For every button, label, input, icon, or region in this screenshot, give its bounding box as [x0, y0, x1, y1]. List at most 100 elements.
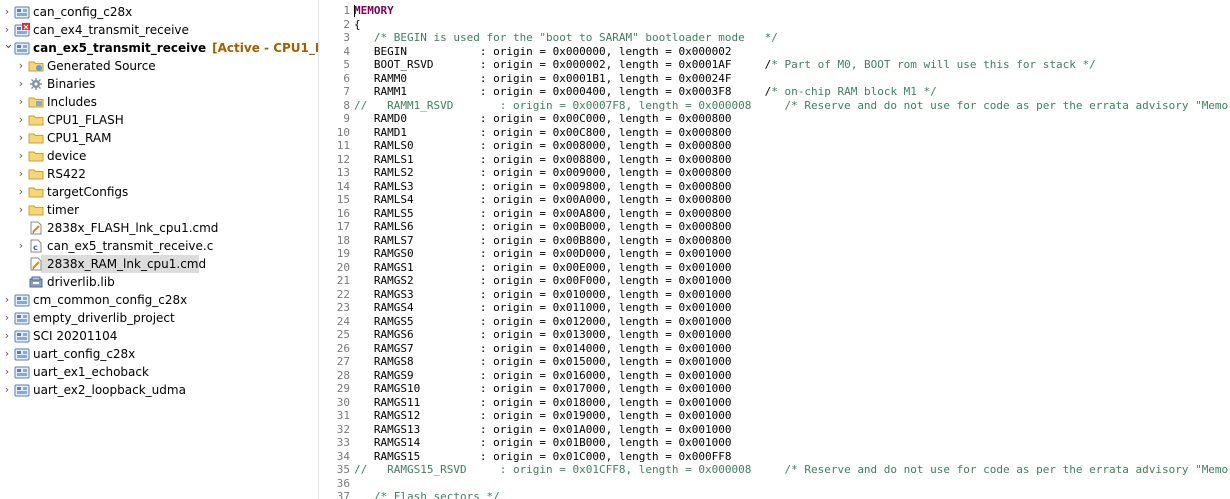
- cmd-file-icon: [28, 221, 44, 235]
- code-text: BOOT_RSVD : origin = 0x000002, length = …: [354, 58, 1096, 72]
- code-line[interactable]: 28 RAMGS9 : origin = 0x016000, length = …: [319, 369, 1230, 383]
- chevron-right-icon[interactable]: ›: [17, 111, 25, 129]
- line-number: 9: [343, 112, 350, 125]
- line-number: 20: [336, 260, 350, 274]
- tree-item[interactable]: › CPU1_RAM: [0, 129, 318, 147]
- project-error-icon: [14, 23, 30, 37]
- code-line[interactable]: 9 RAMD0 : origin = 0x00C000, length = 0x…: [319, 112, 1230, 126]
- tree-item[interactable]: › cm_common_config_c28x: [0, 291, 318, 309]
- code-line[interactable]: 24 RAMGS5 : origin = 0x012000, length = …: [319, 315, 1230, 329]
- code-editor[interactable]: 1 MEMORY 2{3 /* BEGIN is used for the "boo…: [319, 0, 1230, 499]
- code-line[interactable]: 7 RAMM1 : origin = 0x000400, length = 0x…: [319, 85, 1230, 99]
- code-line[interactable]: 23 RAMGS4 : origin = 0x011000, length = …: [319, 301, 1230, 315]
- code-line[interactable]: 6 RAMM0 : origin = 0x0001B1, length = 0x…: [319, 72, 1230, 86]
- tree-item[interactable]: › empty_driverlib_project: [0, 309, 318, 327]
- tree-item[interactable]: › device: [0, 147, 318, 165]
- chevron-right-icon[interactable]: ›: [17, 147, 25, 165]
- chevron-right-icon[interactable]: ›: [17, 57, 25, 75]
- code-text: RAMGS10 : origin = 0x017000, length = 0x…: [354, 382, 732, 395]
- code-line[interactable]: 3 /* BEGIN is used for the "boot to SARA…: [319, 31, 1230, 45]
- code-line[interactable]: 21 RAMGS2 : origin = 0x00F000, length = …: [319, 274, 1230, 288]
- chevron-right-icon[interactable]: ›: [17, 201, 25, 219]
- chevron-right-icon[interactable]: ›: [3, 381, 11, 399]
- line-number: 36: [336, 476, 350, 490]
- tree-item[interactable]: › can_ex4_transmit_receive: [0, 21, 318, 39]
- chevron-right-icon[interactable]: ›: [17, 93, 25, 111]
- code-line[interactable]: 11 RAMLS0 : origin = 0x008000, length = …: [319, 139, 1230, 153]
- chevron-right-icon[interactable]: ›: [3, 345, 11, 363]
- code-line[interactable]: 20 RAMGS1 : origin = 0x00E000, length = …: [319, 261, 1230, 275]
- code-line[interactable]: 16 RAMLS5 : origin = 0x00A800, length = …: [319, 207, 1230, 221]
- tree-item[interactable]: driverlib.lib: [0, 273, 318, 291]
- tree-item[interactable]: › uart_ex2_loopback_udma: [0, 381, 318, 399]
- tree-item[interactable]: › SCI 20201104: [0, 327, 318, 345]
- tree-item-label: driverlib.lib: [47, 275, 115, 289]
- code-line[interactable]: 26 RAMGS7 : origin = 0x014000, length = …: [319, 342, 1230, 356]
- code-line[interactable]: 34 RAMGS15 : origin = 0x01C000, length =…: [319, 450, 1230, 464]
- tree-item[interactable]: › Includes: [0, 93, 318, 111]
- tree-item[interactable]: › Binaries: [0, 75, 318, 93]
- chevron-right-icon[interactable]: ›: [3, 3, 11, 21]
- code-text: RAMGS2 : origin = 0x00F000, length = 0x0…: [354, 274, 732, 287]
- code-line[interactable]: 13 RAMLS2 : origin = 0x009000, length = …: [319, 166, 1230, 180]
- tree-item[interactable]: 2838x_FLASH_lnk_cpu1.cmd: [0, 219, 318, 237]
- code-line[interactable]: 4 BEGIN : origin = 0x000000, length = 0x…: [319, 45, 1230, 59]
- chevron-right-icon[interactable]: ›: [17, 183, 25, 201]
- tree-item[interactable]: › c can_ex5_transmit_receive.c: [0, 237, 318, 255]
- tree-item-label: can_ex5_transmit_receive.c: [47, 239, 214, 253]
- code-line[interactable]: 5 BOOT_RSVD : origin = 0x000002, length …: [319, 58, 1230, 72]
- code-text: RAMM1 : origin = 0x000400, length = 0x00…: [354, 85, 937, 99]
- code-line[interactable]: 33 RAMGS14 : origin = 0x01B000, length =…: [319, 436, 1230, 450]
- code-line[interactable]: 22 RAMGS3 : origin = 0x010000, length = …: [319, 288, 1230, 302]
- code-line[interactable]: 37 /* Flash sectors */: [319, 490, 1230, 499]
- code-line[interactable]: 27 RAMGS8 : origin = 0x015000, length = …: [319, 355, 1230, 369]
- code-line[interactable]: 35 // RAMGS15_RSVD : origin = 0x01CFF8, l…: [319, 463, 1230, 477]
- code-line[interactable]: 15 RAMLS4 : origin = 0x00A000, length = …: [319, 193, 1230, 207]
- line-number: 24: [336, 314, 350, 328]
- code-line[interactable]: 25 RAMGS6 : origin = 0x013000, length = …: [319, 328, 1230, 342]
- code-line[interactable]: 18 RAMLS7 : origin = 0x00B800, length = …: [319, 234, 1230, 248]
- code-line[interactable]: 8 // RAMM1_RSVD : origin = 0x0007F8, leng…: [319, 99, 1230, 113]
- chevron-right-icon[interactable]: ›: [3, 291, 11, 309]
- line-number: 18: [336, 233, 350, 247]
- tree-item[interactable]: › RS422: [0, 165, 318, 183]
- tree-item[interactable]: › Generated Source: [0, 57, 318, 75]
- code-line[interactable]: 1 MEMORY: [319, 4, 1230, 18]
- chevron-right-icon[interactable]: ›: [3, 309, 11, 327]
- tree-item[interactable]: › uart_ex1_echoback: [0, 363, 318, 381]
- chevron-right-icon[interactable]: ›: [17, 129, 25, 147]
- tree-item[interactable]: 2838x_RAM_lnk_cpu1.cmd: [30, 255, 206, 273]
- code-line[interactable]: 36: [319, 477, 1230, 491]
- code-text: RAMGS6 : origin = 0x013000, length = 0x0…: [354, 328, 732, 341]
- code-line[interactable]: 12 RAMLS1 : origin = 0x008800, length = …: [319, 153, 1230, 167]
- code-line[interactable]: 14 RAMLS3 : origin = 0x009800, length = …: [319, 180, 1230, 194]
- tree-item[interactable]: › CPU1_FLASH: [0, 111, 318, 129]
- code-line[interactable]: 19 RAMGS0 : origin = 0x00D000, length = …: [319, 247, 1230, 261]
- tree-item[interactable]: › uart_config_c28x: [0, 345, 318, 363]
- line-number: 15: [336, 193, 350, 206]
- code-text: RAMGS15 : origin = 0x01C000, length = 0x…: [354, 449, 732, 463]
- code-text: BEGIN : origin = 0x000000, length = 0x00…: [354, 44, 732, 58]
- code-line[interactable]: 2{: [319, 18, 1230, 32]
- chevron-right-icon[interactable]: ›: [17, 75, 25, 93]
- project-icon: [14, 293, 30, 307]
- code-line[interactable]: 29 RAMGS10 : origin = 0x017000, length =…: [319, 382, 1230, 396]
- chevron-right-icon[interactable]: ›: [3, 327, 11, 345]
- code-line[interactable]: 31 RAMGS12 : origin = 0x019000, length =…: [319, 409, 1230, 423]
- line-number: 21: [336, 274, 350, 287]
- code-line[interactable]: 32 RAMGS13 : origin = 0x01A000, length =…: [319, 423, 1230, 437]
- tree-item[interactable]: › can_config_c28x: [0, 3, 318, 21]
- tree-item[interactable]: › timer: [0, 201, 318, 219]
- chevron-right-icon[interactable]: ›: [3, 363, 11, 381]
- code-text: RAMGS0 : origin = 0x00D000, length = 0x0…: [354, 247, 732, 260]
- chevron-down-icon[interactable]: ⌄: [3, 38, 14, 57]
- code-line[interactable]: 30 RAMGS11 : origin = 0x018000, length =…: [319, 396, 1230, 410]
- line-number: 26: [336, 341, 350, 355]
- tree-item-label: device: [47, 149, 87, 163]
- chevron-right-icon[interactable]: ›: [17, 165, 25, 183]
- code-line[interactable]: 17 RAMLS6 : origin = 0x00B000, length = …: [319, 220, 1230, 234]
- tree-item[interactable]: ⌄ can_ex5_transmit_receive [Active - CPU1_…: [0, 38, 318, 57]
- tree-item[interactable]: › targetConfigs: [0, 183, 318, 201]
- code-line[interactable]: 10 RAMD1 : origin = 0x00C800, length = 0…: [319, 126, 1230, 140]
- chevron-right-icon[interactable]: ›: [17, 237, 25, 255]
